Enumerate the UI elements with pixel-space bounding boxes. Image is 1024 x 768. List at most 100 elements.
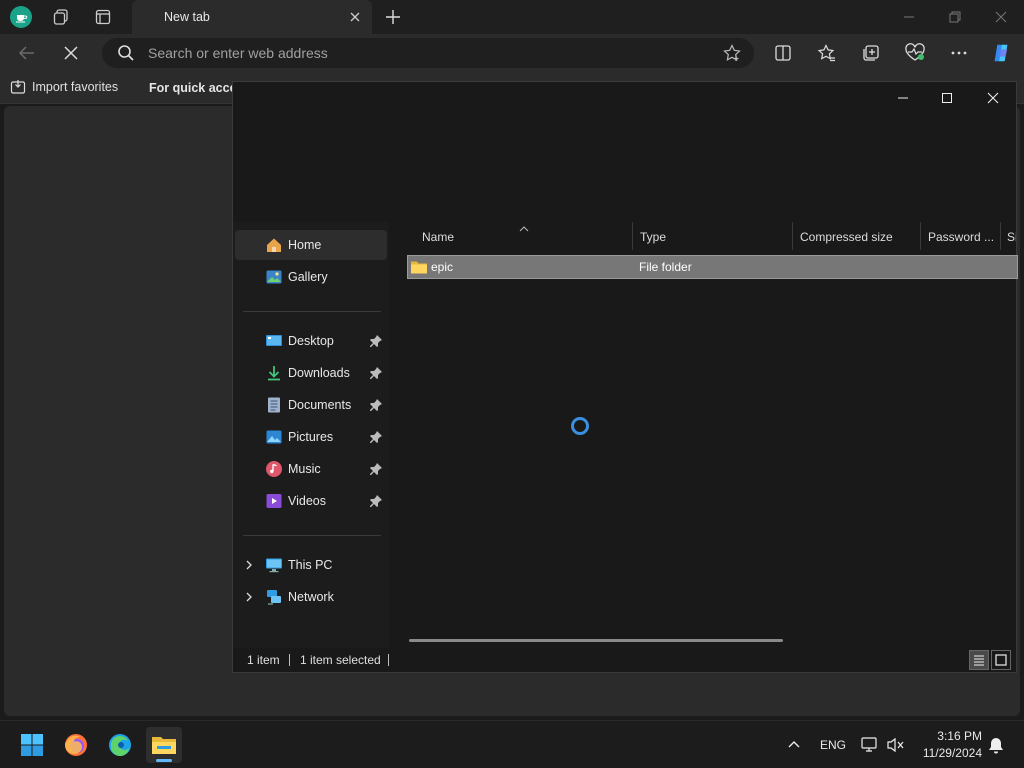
input-language[interactable]: ENG — [820, 738, 846, 752]
desktop-icon — [265, 332, 283, 350]
start-button[interactable] — [14, 727, 50, 763]
details-view-icon[interactable] — [969, 650, 989, 670]
import-favorites-label: Import favorites — [32, 80, 119, 94]
nav-divider — [243, 535, 381, 536]
network-icon — [265, 588, 283, 606]
restore-icon[interactable] — [944, 6, 966, 28]
expand-chevron-icon[interactable] — [243, 591, 255, 603]
pin-icon — [369, 462, 383, 476]
tab-actions-icon[interactable] — [92, 6, 114, 28]
explorer-toolbar-area — [233, 114, 1016, 222]
nav-item-downloads[interactable]: Downloads — [235, 358, 387, 388]
nav-item-pictures[interactable]: Pictures — [235, 422, 387, 452]
file-explorer-app[interactable] — [146, 727, 182, 763]
tab-new-tab[interactable]: New tab — [132, 0, 372, 34]
nav-divider — [243, 311, 381, 312]
pictures-icon — [265, 428, 283, 446]
copilot-icon[interactable] — [990, 42, 1012, 64]
file-name: epic — [431, 260, 454, 274]
this-pc-icon — [265, 556, 283, 574]
selected-count: 1 item selected — [300, 653, 381, 667]
firefox-app[interactable] — [58, 727, 94, 763]
firefox-icon — [65, 734, 87, 756]
nav-item-network[interactable]: Network — [235, 582, 387, 612]
stop-loading-icon[interactable] — [60, 42, 82, 64]
pin-icon — [369, 398, 383, 412]
volume-muted-icon[interactable] — [886, 735, 906, 755]
import-icon — [10, 80, 26, 94]
browser-navbar — [0, 34, 1024, 72]
videos-icon — [265, 492, 283, 510]
show-hidden-icons-chevron-icon[interactable] — [784, 735, 804, 755]
notification-bell-icon[interactable] — [986, 735, 1006, 755]
nav-item-music[interactable]: Music — [235, 454, 387, 484]
explorer-maximize-icon[interactable] — [937, 88, 957, 108]
close-tab-icon[interactable] — [346, 8, 364, 26]
navigation-pane: Home Gallery Desktop Downloads Documents… — [233, 222, 389, 648]
browser-essentials-icon[interactable] — [904, 42, 926, 64]
gallery-icon — [265, 268, 283, 286]
nav-item-this-pc[interactable]: This PC — [235, 550, 387, 580]
clock-date[interactable]: 11/29/2024 — [910, 746, 982, 760]
column-header-password[interactable]: Password ... — [921, 222, 1001, 250]
back-arrow-icon[interactable] — [16, 42, 38, 64]
active-app-indicator — [156, 759, 172, 762]
address-input[interactable] — [148, 42, 708, 64]
nav-item-videos[interactable]: Videos — [235, 486, 387, 516]
pin-icon — [369, 334, 383, 348]
network-status-icon[interactable] — [860, 735, 880, 755]
folder-icon — [410, 259, 428, 275]
more-options-icon[interactable] — [948, 42, 970, 64]
home-icon — [265, 236, 283, 254]
browser-tabstrip: New tab — [0, 0, 1024, 34]
windows-logo-icon — [21, 734, 43, 756]
add-favorite-star-icon[interactable] — [722, 43, 742, 63]
nav-item-gallery[interactable]: Gallery — [235, 262, 387, 292]
taskbar: ENG 3:16 PM 11/29/2024 — [0, 720, 1024, 768]
expand-chevron-icon[interactable] — [243, 559, 255, 571]
table-row[interactable]: epic File folder — [407, 255, 1018, 279]
search-icon — [116, 43, 136, 63]
pin-icon — [369, 430, 383, 444]
file-explorer-icon — [152, 737, 176, 754]
sort-ascending-icon — [519, 222, 529, 232]
nav-item-desktop[interactable]: Desktop — [235, 326, 387, 356]
pin-icon — [369, 366, 383, 380]
import-favorites-button[interactable]: Import favorites — [10, 79, 118, 95]
close-window-icon[interactable] — [990, 6, 1012, 28]
new-tab-button[interactable] — [382, 6, 404, 28]
nav-item-home[interactable]: Home — [235, 230, 387, 260]
favorites-icon[interactable] — [816, 42, 838, 64]
file-explorer-window: Home Gallery Desktop Downloads Documents… — [232, 81, 1018, 673]
downloads-icon — [265, 364, 283, 382]
address-bar[interactable] — [102, 38, 754, 68]
busy-cursor-icon — [571, 417, 589, 435]
split-screen-icon[interactable] — [772, 42, 794, 64]
explorer-minimize-icon[interactable] — [893, 88, 913, 108]
quick-access-text: For quick acces — [149, 81, 244, 95]
documents-icon — [265, 396, 283, 414]
profile-icon[interactable] — [10, 6, 32, 28]
status-divider — [289, 654, 290, 666]
nav-item-documents[interactable]: Documents — [235, 390, 387, 420]
workspaces-icon[interactable] — [50, 6, 72, 28]
pin-icon — [369, 494, 383, 508]
explorer-close-icon[interactable] — [983, 88, 1003, 108]
item-count: 1 item — [247, 653, 280, 667]
status-bar: 1 item 1 item selected — [233, 648, 1016, 672]
column-header-compressed-size[interactable]: Compressed size — [793, 222, 921, 250]
status-divider — [388, 654, 389, 666]
minimize-icon[interactable] — [898, 6, 920, 28]
edge-icon — [109, 734, 131, 757]
horizontal-scrollbar[interactable] — [409, 639, 783, 642]
large-icons-view-icon[interactable] — [991, 650, 1011, 670]
column-header-type[interactable]: Type — [633, 222, 793, 250]
column-header-size[interactable]: Si — [1001, 222, 1016, 250]
clock-time[interactable]: 3:16 PM — [920, 729, 982, 743]
edge-app[interactable] — [102, 727, 138, 763]
file-type: File folder — [639, 260, 692, 274]
tab-title: New tab — [164, 10, 210, 24]
music-icon — [265, 460, 283, 478]
collections-icon[interactable] — [860, 42, 882, 64]
file-list-pane: Name Type Compressed size Password ... S… — [391, 222, 1018, 648]
